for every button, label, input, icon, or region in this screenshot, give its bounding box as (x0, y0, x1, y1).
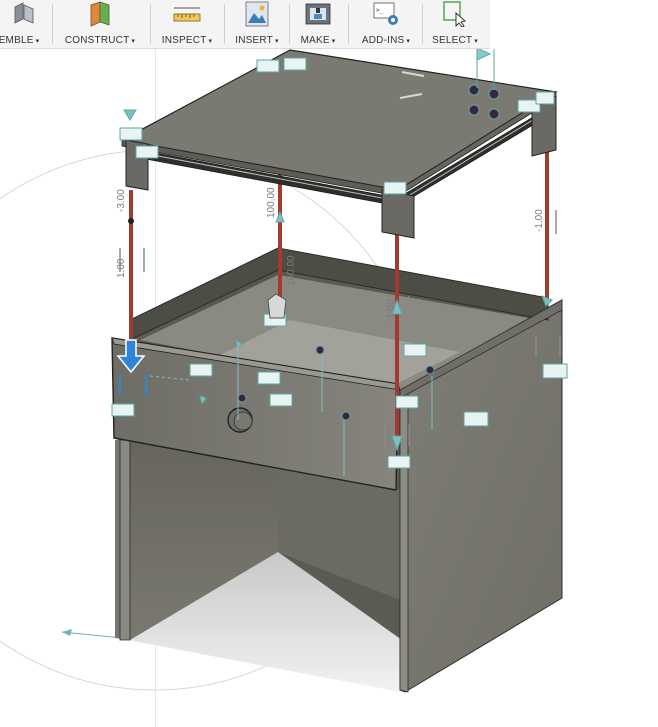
make-menu[interactable]: MAKE ▾ (294, 0, 342, 48)
joint-icon[interactable] (256, 59, 280, 73)
joint-icon[interactable] (383, 181, 407, 195)
chevron-down-icon: ▾ (331, 38, 336, 45)
dimension-front-post[interactable]: -1.00 (386, 299, 397, 322)
chevron-down-icon: ▾ (35, 38, 40, 45)
construct-label: CONSTRUCT (64, 35, 130, 46)
inspect-label: INSPECT (161, 35, 207, 46)
chevron-down-icon: ▾ (274, 38, 279, 45)
select-menu[interactable]: SELECT ▾ (426, 0, 484, 48)
assemble-menu[interactable]: EMBLE ▾ (0, 0, 44, 48)
cabinet-left-front (119, 439, 131, 641)
joint-icon[interactable] (135, 145, 159, 159)
dimension-left-spacer[interactable]: 1.00 (116, 258, 127, 278)
insert-label: INSERT (235, 35, 273, 46)
toolbar-separator (422, 4, 423, 44)
joint-icon[interactable] (189, 363, 213, 377)
joint-icon[interactable] (111, 403, 135, 417)
origin-arrow (62, 629, 72, 636)
rod-joint (128, 218, 134, 224)
construct-plane-icon (90, 1, 110, 27)
joint-icon[interactable] (463, 411, 489, 427)
svg-text:>_: >_ (376, 7, 384, 14)
joint-icon[interactable] (395, 395, 419, 409)
ribbon-toolbar: EMBLE ▾ CONSTRUCT ▾ INSPECT ▾ INSERT ▾ M… (0, 0, 490, 49)
chevron-down-icon: ▾ (474, 38, 478, 45)
toolbar-separator (348, 4, 349, 44)
3d-viewport[interactable]: -3.00 1.00 100.00 100.00 -1.00 -1.00 (0, 49, 658, 727)
addins-label: ADD-INS (361, 35, 405, 46)
chevron-down-icon: ▾ (131, 38, 136, 45)
assemble-label: EMBLE (0, 35, 34, 46)
joint-icon[interactable] (119, 127, 143, 141)
dimension-center-height[interactable]: 100.00 (266, 187, 277, 218)
chevron-down-icon: ▾ (208, 38, 213, 45)
joint-icon[interactable] (257, 371, 281, 385)
joint-icon[interactable] (269, 393, 293, 407)
insert-menu[interactable]: INSERT ▾ (230, 0, 284, 48)
cabinet-right-edge (399, 389, 409, 693)
joint-icon[interactable] (535, 91, 555, 105)
measure-ruler-icon (173, 7, 201, 22)
scripts-addins-icon: >_ (373, 2, 398, 25)
dimension-right-post[interactable]: -1.00 (534, 209, 545, 232)
toolbar-separator (224, 4, 225, 44)
origin-axis (61, 631, 123, 639)
dimension-center-lower[interactable]: 100.00 (286, 255, 297, 286)
dimension-left-post[interactable]: -3.00 (116, 189, 127, 212)
toolbar-separator (150, 4, 151, 44)
top-plate[interactable] (120, 49, 558, 191)
joint-icon[interactable] (542, 363, 568, 379)
select-cursor-icon (443, 1, 466, 27)
drawer-knob-face (233, 411, 253, 431)
toolbar-separator (289, 4, 290, 44)
addins-menu[interactable]: >_ ADD-INS ▾ (354, 0, 418, 48)
select-label: SELECT (432, 35, 473, 46)
toolbar-separator (52, 4, 53, 44)
assemble-icon (14, 2, 34, 24)
make-label: MAKE (300, 35, 330, 46)
insert-image-icon (245, 1, 269, 27)
inspect-menu[interactable]: INSPECT ▾ (156, 0, 218, 48)
chevron-down-icon: ▾ (406, 38, 411, 45)
joint-icon[interactable] (403, 343, 427, 357)
construct-menu[interactable]: CONSTRUCT ▾ (58, 0, 142, 48)
joint-icon[interactable] (283, 57, 307, 71)
corner-block-front (381, 189, 415, 239)
3d-print-icon (305, 3, 331, 25)
joint-icon[interactable] (387, 455, 411, 469)
